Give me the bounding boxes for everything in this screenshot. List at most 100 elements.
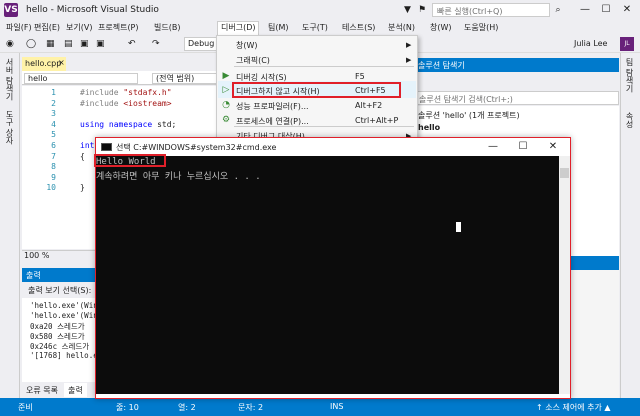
filter-icon[interactable]: ▼	[404, 4, 411, 16]
close-tab-icon[interactable]: ×	[58, 58, 65, 67]
menu-separator	[234, 126, 414, 127]
maximize-button[interactable]: ☐	[597, 2, 615, 18]
search-icon[interactable]: ⌕	[551, 3, 565, 17]
save-icon[interactable]: ▣	[80, 38, 89, 50]
console-close-button[interactable]: ✕	[546, 141, 560, 152]
menu-help[interactable]: 도움말(H)	[464, 22, 498, 34]
line-number: 1	[51, 88, 56, 97]
code-line: int	[80, 141, 94, 150]
back-icon[interactable]: ◉	[6, 38, 14, 50]
debug-menu-item[interactable]: 성능 프로파일러(F)...	[236, 101, 309, 112]
status-insert-mode: INS	[330, 402, 344, 411]
code-line: }	[80, 183, 85, 192]
menu-test[interactable]: 테스트(S)	[342, 22, 375, 34]
project-scope-select[interactable]: hello	[24, 73, 138, 84]
debug-menu-shortcut: F5	[355, 72, 365, 81]
properties-tab[interactable]: 속성	[624, 112, 635, 128]
output-line: 'hello.exe'(Win	[30, 311, 98, 320]
notification-icon[interactable]: ⚑	[418, 4, 426, 16]
console-line-prompt: 계속하려면 아무 키나 누르십시오 . . .	[96, 172, 261, 182]
output-line: 'hello.exe'(Win	[30, 301, 98, 310]
window-title: hello - Microsoft Visual Studio	[26, 5, 159, 15]
solution-explorer-title: 솔루션 탐색기	[414, 58, 619, 72]
console-scrollbar[interactable]	[559, 156, 570, 394]
menu-tools[interactable]: 도구(T)	[302, 22, 328, 34]
annotation-box	[94, 154, 166, 167]
code-token: {	[80, 151, 85, 161]
debug-menu-icon: ▷	[222, 85, 230, 95]
menu-view[interactable]: 보기(V)	[66, 22, 92, 34]
avatar[interactable]: JL	[620, 37, 634, 51]
code-token: <iostream>	[123, 98, 172, 108]
tab-output[interactable]: 출력	[64, 383, 87, 397]
toolbox-tab[interactable]: 도구 상자	[4, 110, 15, 145]
code-token: using namespace	[80, 119, 158, 129]
line-number: 8	[51, 162, 56, 172]
status-char: 문자: 2	[238, 403, 264, 412]
visual-studio-logo-icon: VS	[4, 3, 18, 17]
menu-debug[interactable]: 디버그(D)	[217, 21, 260, 35]
console-icon	[101, 143, 112, 151]
add-to-source-control-button[interactable]: ↑ 소스 제어에 추가 ▲	[536, 402, 611, 413]
menu-build[interactable]: 빌드(B)	[154, 22, 180, 34]
undo-icon[interactable]: ↶	[128, 38, 136, 50]
status-ready: 준비	[18, 403, 33, 412]
menu-separator	[234, 66, 414, 67]
console-title: 선택 C:#WINDOWS#system32#cmd.exe	[116, 143, 277, 152]
project-node[interactable]: hello	[418, 123, 440, 132]
code-line: #include "stdafx.h"	[80, 88, 172, 97]
line-number: 6	[51, 141, 56, 150]
solution-explorer-search-input[interactable]: 솔루션 탐색기 검색(Ctrl+;)	[414, 91, 619, 105]
menu-window[interactable]: 창(W)	[430, 22, 452, 34]
zoom-level-select[interactable]: 100 %	[24, 251, 49, 260]
debug-menu-icon: ▶	[222, 71, 230, 81]
forward-icon[interactable]: ◯	[26, 38, 36, 50]
line-number: 9	[51, 172, 56, 182]
solution-configuration-select[interactable]: Debug	[184, 37, 218, 51]
submenu-arrow-icon: ▶	[406, 56, 412, 64]
line-number: 7	[51, 151, 56, 161]
console-cursor	[456, 222, 461, 232]
submenu-arrow-icon: ▶	[406, 41, 412, 49]
code-line: #include <iostream>	[80, 99, 172, 108]
debug-menu-shortcut: Ctrl+Alt+P	[355, 116, 399, 125]
menu-analyze[interactable]: 분석(N)	[388, 22, 415, 34]
annotation-box	[232, 82, 401, 98]
line-number: 2	[51, 98, 56, 108]
quick-launch-input[interactable]: 빠른 실행(Ctrl+Q)	[432, 3, 550, 17]
menu-edit[interactable]: 편집(E)	[34, 22, 60, 34]
status-line: 줄: 10	[116, 403, 139, 412]
close-button[interactable]: ✕	[618, 2, 636, 18]
console-minimize-button[interactable]: —	[486, 141, 500, 152]
tab-error-list[interactable]: 오류 목록	[22, 383, 62, 397]
code-token: int	[80, 141, 95, 150]
code-line: using namespace std;	[80, 120, 176, 129]
minimize-button[interactable]: —	[576, 2, 594, 18]
console-scroll-thumb[interactable]	[560, 168, 569, 178]
debug-menu-icon: ◔	[222, 100, 230, 110]
code-token: "stdafx.h"	[123, 88, 172, 97]
status-column: 열: 2	[178, 403, 196, 412]
new-project-icon[interactable]: ▦	[46, 38, 55, 50]
server-explorer-tab[interactable]: 서버 탐색기	[4, 58, 15, 101]
redo-icon[interactable]: ↷	[152, 38, 160, 50]
solution-explorer-toolbar	[414, 72, 619, 90]
menu-project[interactable]: 프로젝트(P)	[98, 22, 139, 34]
open-icon[interactable]: ▤	[64, 38, 73, 50]
menu-team[interactable]: 팀(M)	[268, 22, 289, 34]
menu-file[interactable]: 파일(F)	[6, 22, 32, 34]
code-token: std;	[157, 119, 177, 129]
left-tool-rail	[0, 53, 20, 398]
line-number: 10	[46, 183, 56, 193]
debug-menu-item[interactable]: 그래픽(C)	[236, 55, 270, 66]
debug-menu-item[interactable]: 창(W)	[236, 40, 258, 51]
team-explorer-tab[interactable]: 팀 탐색기	[624, 58, 635, 93]
solution-node[interactable]: 솔루션 'hello' (1개 프로젝트)	[418, 110, 520, 121]
code-token: #include	[80, 98, 124, 108]
console-output[interactable]	[96, 156, 559, 394]
console-maximize-button[interactable]: ☐	[516, 141, 530, 152]
user-name[interactable]: Julia Lee	[574, 39, 607, 48]
output-line: '[1768] hello.e	[30, 351, 98, 360]
output-source-label: 출력 보기 선택(S):	[28, 286, 92, 295]
save-all-icon[interactable]: ▣	[96, 38, 105, 50]
